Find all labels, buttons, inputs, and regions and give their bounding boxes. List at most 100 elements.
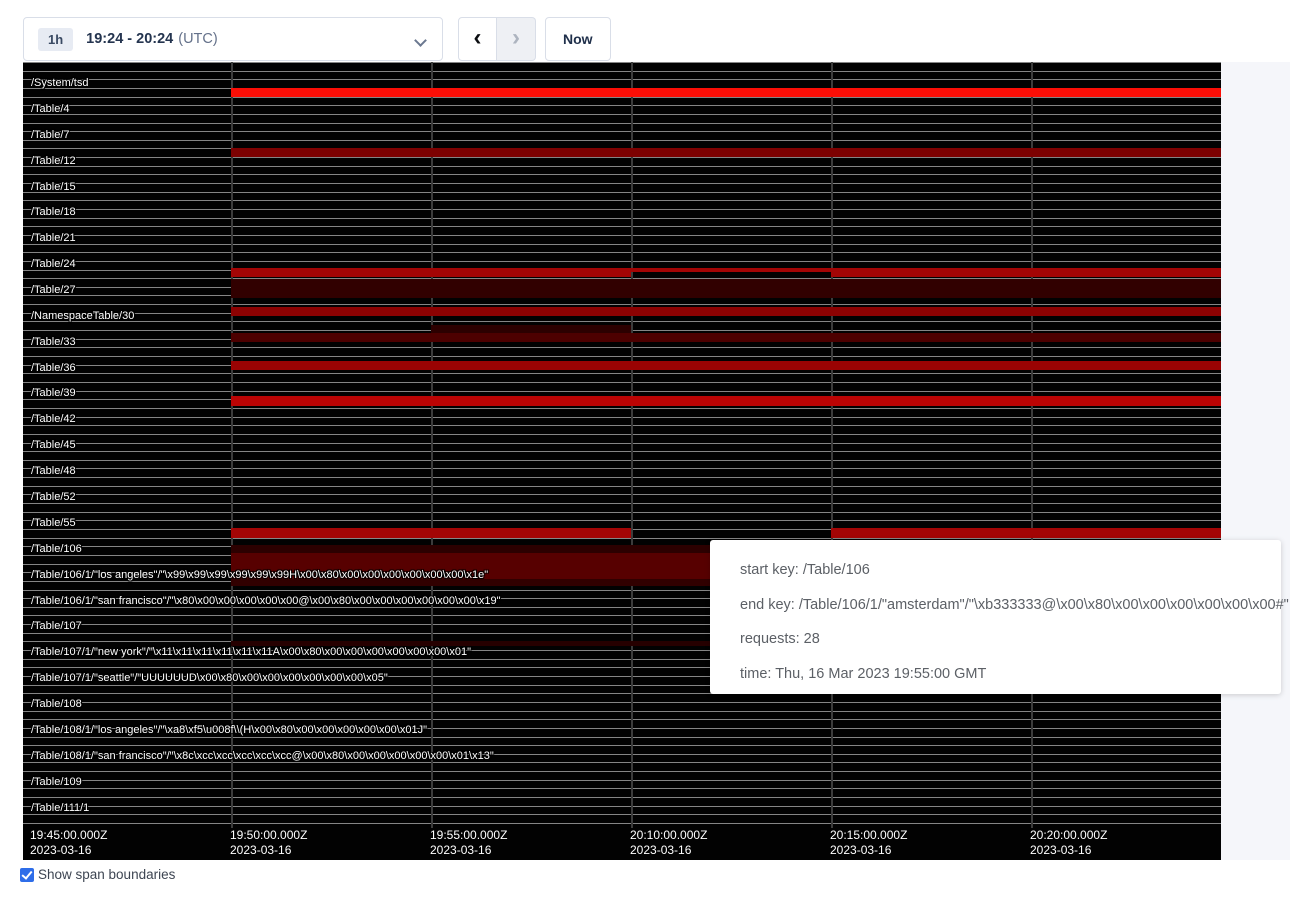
span-boundary-line: [23, 737, 1221, 738]
time-range-selector[interactable]: 1h 19:24 - 20:24 (UTC): [23, 17, 443, 61]
key-visualizer-heatmap[interactable]: /System/tsd/Table/4/Table/7/Table/12/Tab…: [23, 62, 1221, 860]
span-boundary-line: [23, 218, 1221, 219]
span-key-label: /NamespaceTable/30: [31, 310, 134, 322]
span-boundary-line: [23, 538, 1221, 539]
span-key-label: /Table/106/1/"san francisco"/"\x80\x00\x…: [31, 595, 501, 607]
range-label: 19:24 - 20:24: [86, 31, 173, 47]
span-key-label: /Table/108/1/"san francisco"/"\x8c\xcc\x…: [31, 750, 494, 762]
span-key-label: /Table/4: [31, 103, 70, 115]
time-bucket-gridline: [231, 62, 233, 828]
span-boundary-line: [23, 494, 1221, 495]
span-key-label: /Table/106: [31, 543, 82, 555]
span-boundary-line: [23, 443, 1221, 444]
span-key-label: /Table/15: [31, 181, 76, 193]
span-key-label: /Table/33: [31, 336, 76, 348]
time-nav-group: ‹ ›: [458, 17, 536, 61]
next-range-button[interactable]: ›: [497, 17, 536, 61]
span-boundary-line: [23, 788, 1221, 789]
span-boundary-line: [23, 62, 1221, 63]
span-boundary-line: [23, 304, 1221, 305]
span-boundary-line: [23, 166, 1221, 167]
chevron-right-icon: ›: [512, 26, 520, 50]
span-key-label: /Table/45: [31, 439, 76, 451]
now-button[interactable]: Now: [545, 17, 611, 61]
heat-band: [231, 528, 631, 538]
span-boundary-line: [23, 451, 1221, 452]
span-boundary-line: [23, 157, 1221, 158]
time-axis-label: 20:10:00.000Z 2023-03-16: [630, 828, 707, 858]
tooltip-line: requests: 28: [740, 622, 1271, 657]
span-key-label: /Table/24: [31, 258, 76, 270]
heat-band: [231, 268, 631, 277]
span-boundary-line: [23, 460, 1221, 461]
time-bucket-gridline: [831, 62, 833, 828]
span-boundary-line: [23, 711, 1221, 712]
range-duration-badge: 1h: [38, 28, 73, 51]
span-boundary-line: [23, 780, 1221, 781]
heat-band: [231, 88, 1221, 97]
span-boundary-line: [23, 244, 1221, 245]
span-boundary-line: [23, 468, 1221, 469]
time-bucket-gridline: [431, 62, 433, 828]
span-boundary-line: [23, 373, 1221, 374]
span-boundary-line: [23, 806, 1221, 807]
tooltip-line: start key: /Table/106: [740, 553, 1271, 588]
span-key-label: /Table/36: [31, 362, 76, 374]
span-key-label: /Table/107: [31, 620, 82, 632]
heatmap-right-margin: [1221, 62, 1290, 860]
span-key-label: /Table/48: [31, 465, 76, 477]
span-boundary-line: [23, 347, 1221, 348]
heat-band: [631, 268, 831, 272]
span-boundary-line: [23, 814, 1221, 815]
span-boundary-line: [23, 771, 1221, 772]
span-boundary-line: [23, 79, 1221, 80]
time-axis-label: 19:55:00.000Z 2023-03-16: [430, 828, 507, 858]
span-key-label: /Table/27: [31, 284, 76, 296]
span-boundary-line: [23, 192, 1221, 193]
heat-band: [231, 361, 1221, 370]
span-boundary-line: [23, 702, 1221, 703]
time-bucket-gridline: [631, 62, 633, 828]
span-boundary-line: [23, 97, 1221, 98]
span-boundary-line: [23, 131, 1221, 132]
heat-band: [831, 528, 1221, 538]
time-axis-label: 19:50:00.000Z 2023-03-16: [230, 828, 307, 858]
span-key-label: /Table/42: [31, 413, 76, 425]
span-key-label: /Table/107/1/"new york"/"\x11\x11\x11\x1…: [31, 646, 471, 658]
span-boundary-line: [23, 382, 1221, 383]
span-boundary-line: [23, 174, 1221, 175]
span-key-label: /Table/107/1/"seattle"/"UUUUUUD\x00\x80\…: [31, 672, 388, 684]
time-axis-label: 20:20:00.000Z 2023-03-16: [1030, 828, 1107, 858]
prev-range-button[interactable]: ‹: [458, 17, 497, 61]
heat-band: [231, 148, 1221, 157]
heat-band: [231, 307, 1221, 316]
span-boundary-line: [23, 252, 1221, 253]
span-boundary-line: [23, 235, 1221, 236]
footer-controls: Show span boundaries: [20, 867, 175, 882]
bucket-tooltip: start key: /Table/106end key: /Table/106…: [710, 540, 1281, 694]
span-key-label: /Table/108/1/"los angeles"/"\xa8\xf5\u00…: [31, 724, 427, 736]
span-boundary-line: [23, 321, 1221, 322]
heat-band: [431, 325, 631, 333]
span-boundary-line: [23, 261, 1221, 262]
span-boundary-line: [23, 183, 1221, 184]
time-axis-label: 19:45:00.000Z 2023-03-16: [30, 828, 107, 858]
span-boundary-line: [23, 71, 1221, 72]
heat-band: [231, 333, 1221, 342]
span-key-label: /Table/12: [31, 155, 76, 167]
span-boundary-line: [23, 391, 1221, 392]
span-boundary-line: [23, 209, 1221, 210]
show-span-boundaries-checkbox[interactable]: [20, 868, 34, 882]
chevron-down-icon: [416, 34, 426, 44]
span-boundary-line: [23, 745, 1221, 746]
span-boundary-line: [23, 200, 1221, 201]
span-boundary-line: [23, 425, 1221, 426]
show-span-boundaries-label: Show span boundaries: [38, 867, 175, 882]
time-axis-label: 20:15:00.000Z 2023-03-16: [830, 828, 907, 858]
chevron-left-icon: ‹: [474, 26, 482, 50]
span-key-label: /Table/108: [31, 698, 82, 710]
span-key-label: /Table/18: [31, 206, 76, 218]
heat-band: [831, 268, 1221, 277]
span-boundary-line: [23, 719, 1221, 720]
span-boundary-line: [23, 512, 1221, 513]
